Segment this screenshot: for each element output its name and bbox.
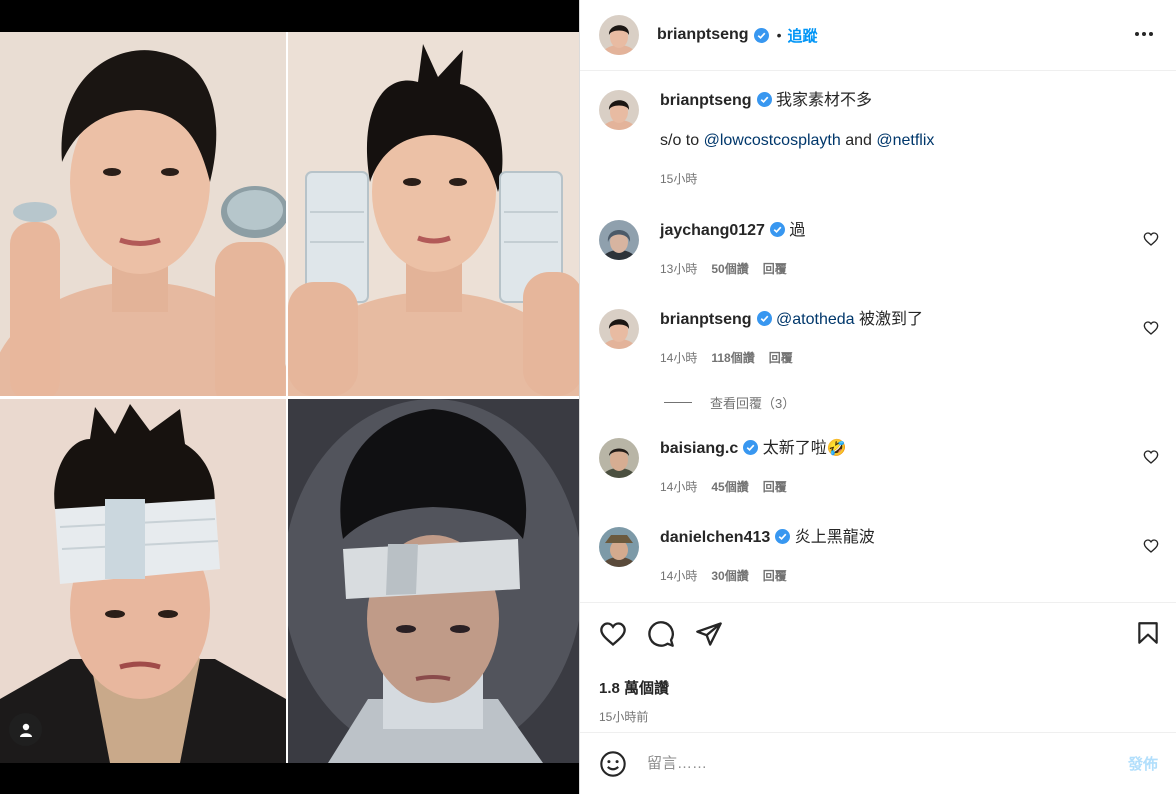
comment-likes[interactable]: 50個讚 (711, 260, 748, 277)
reply-button[interactable]: 回覆 (769, 349, 793, 366)
post-actions: 1.8 萬個讚 15小時前 (580, 602, 1176, 732)
user-tag-button[interactable] (9, 713, 42, 746)
photo-anime-render (288, 399, 579, 763)
mention-link[interactable]: @atotheda (776, 311, 855, 328)
verified-badge-icon (775, 529, 791, 544)
comment-text: 被激到了 (859, 311, 924, 328)
post-time: 15小時前 (599, 710, 649, 724)
separator-dot: • (776, 27, 782, 43)
comment-text: 炎上黑龍波 (794, 529, 875, 546)
post-author-username[interactable]: brianptseng (657, 26, 749, 44)
comment-username[interactable]: brianptseng (660, 311, 752, 328)
heart-icon[interactable] (1143, 231, 1159, 247)
more-options-icon (1135, 32, 1153, 36)
caption-username[interactable]: brianptseng (660, 92, 752, 109)
avatar[interactable] (599, 90, 639, 130)
comments-list[interactable]: brianptseng 我家素材不多 s/o to @lowcostcospla… (580, 72, 1176, 602)
verified-badge-icon (756, 92, 772, 107)
comment-username[interactable]: baisiang.c (660, 440, 738, 457)
comment-time: 13小時 (660, 262, 698, 276)
photo-headband (0, 399, 286, 763)
avatar[interactable] (599, 220, 639, 260)
verified-badge-icon (756, 311, 772, 326)
comment-likes[interactable]: 118個讚 (711, 349, 754, 366)
comment-time: 14小時 (660, 351, 698, 365)
verified-badge-icon (769, 222, 785, 237)
comment-text: 過 (789, 222, 806, 239)
heart-icon[interactable] (599, 620, 627, 648)
comment-time: 14小時 (660, 480, 698, 494)
view-replies-label[interactable]: 查看回覆（3） (710, 393, 795, 412)
view-replies-button[interactable]: 查看回覆（3） (664, 393, 795, 412)
caption-and: and (840, 132, 877, 149)
avatar[interactable] (599, 527, 639, 567)
comment-input[interactable] (647, 755, 1128, 772)
bookmark-icon[interactable] (1135, 619, 1161, 647)
mention-link[interactable]: @lowcostcosplayth (704, 132, 841, 149)
follow-button[interactable]: 追蹤 (787, 25, 817, 46)
comment-time: 14小時 (660, 569, 698, 583)
mention-link[interactable]: @netflix (876, 132, 934, 149)
caption-text: 我家素材不多 (776, 92, 873, 109)
reply-button[interactable]: 回覆 (763, 478, 787, 495)
post-media[interactable] (0, 0, 579, 794)
share-icon[interactable] (695, 620, 723, 648)
user-tag-icon (19, 723, 32, 737)
avatar[interactable] (599, 15, 639, 55)
post-side-panel: brianptseng • 追蹤 brianptseng 我家素材不多 s/o … (579, 0, 1176, 794)
divider (664, 402, 692, 403)
photo-collage (0, 32, 579, 763)
comment-username[interactable]: danielchen413 (660, 529, 770, 546)
avatar[interactable] (599, 309, 639, 349)
comment-text: 太新了啦🤣 (762, 440, 847, 457)
comment-username[interactable]: jaychang0127 (660, 222, 765, 239)
reply-button[interactable]: 回覆 (763, 567, 787, 584)
caption-time: 15小時 (660, 172, 698, 186)
comment-icon[interactable] (647, 620, 675, 648)
more-options-button[interactable] (1132, 22, 1156, 46)
heart-icon[interactable] (1143, 449, 1159, 465)
post-comment-button[interactable]: 發佈 (1128, 753, 1158, 774)
likes-count[interactable]: 1.8 萬個讚 (599, 677, 1158, 698)
caption-shoutout-prefix: s/o to (660, 132, 704, 149)
photo-face-masks (288, 32, 579, 396)
post-header: brianptseng • 追蹤 (580, 0, 1176, 71)
avatar[interactable] (599, 438, 639, 478)
comment-likes[interactable]: 30個讚 (711, 567, 748, 584)
heart-icon[interactable] (1143, 538, 1159, 554)
photo-hair-wax (0, 32, 286, 396)
verified-badge-icon (743, 440, 759, 455)
reply-button[interactable]: 回覆 (763, 260, 787, 277)
heart-icon[interactable] (1143, 320, 1159, 336)
verified-badge-icon (753, 27, 769, 43)
comment-composer: 發佈 (580, 732, 1176, 794)
comment-likes[interactable]: 45個讚 (711, 478, 748, 495)
emoji-icon[interactable] (599, 750, 627, 778)
